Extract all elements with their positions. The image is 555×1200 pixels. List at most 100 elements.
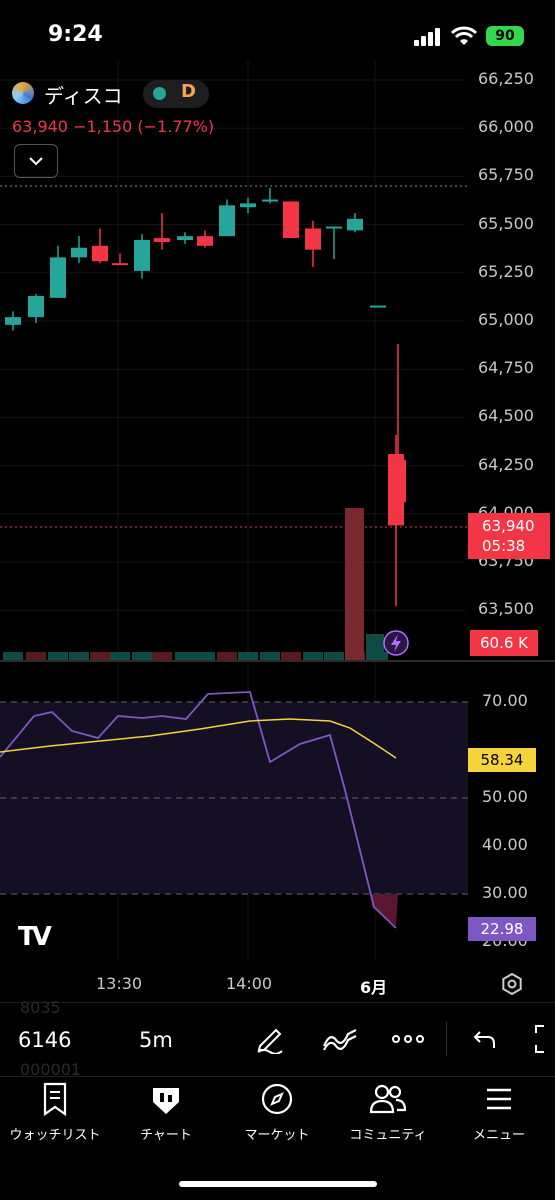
volume-bar xyxy=(26,652,46,660)
users-icon xyxy=(369,1084,407,1114)
candle-body xyxy=(326,226,342,229)
symbol-name[interactable]: ディスコ xyxy=(44,80,123,109)
candle-body xyxy=(283,201,299,239)
candle-body xyxy=(50,257,66,298)
delayed-badge: D xyxy=(181,81,196,102)
battery-icon: 90 xyxy=(486,26,524,46)
candle-body xyxy=(262,199,278,202)
tradingview-logo: TV xyxy=(18,922,52,952)
chart-icon xyxy=(153,1088,179,1114)
candle-body xyxy=(197,236,213,246)
volume-bar xyxy=(175,652,195,660)
price-axis-label: 63,500 xyxy=(478,599,534,619)
home-indicator xyxy=(179,1181,377,1187)
draw-pen-icon[interactable] xyxy=(254,1022,286,1054)
rsi-current-value: 22.98 xyxy=(468,917,536,941)
candle-body xyxy=(112,263,128,266)
volume-bar xyxy=(345,508,364,660)
signal-icon xyxy=(414,28,440,46)
fullscreen-icon[interactable] xyxy=(534,1024,555,1054)
interval-button[interactable]: 5m xyxy=(139,1028,173,1052)
nav-watchlist[interactable]: ウォッチリスト xyxy=(0,1082,110,1143)
price-axis-label: 66,250 xyxy=(478,69,534,88)
undo-icon[interactable] xyxy=(472,1026,498,1052)
volume-bar xyxy=(90,652,110,660)
status-time: 9:24 xyxy=(48,22,103,47)
nav-chart-label: チャート xyxy=(140,1128,192,1143)
candle-body xyxy=(5,317,21,325)
bar-countdown: 05:38 xyxy=(482,537,526,555)
time-label-1400: 14:00 xyxy=(226,974,273,993)
nav-menu-label: メニュー xyxy=(472,1128,525,1143)
candle-body xyxy=(388,454,404,526)
settings-gear-icon[interactable] xyxy=(500,972,524,996)
volume-bar xyxy=(48,652,68,660)
nav-menu[interactable]: メニュー xyxy=(444,1082,554,1143)
more-icon[interactable] xyxy=(392,1034,424,1044)
candle-body xyxy=(370,305,386,308)
rsi-ma-value: 58.34 xyxy=(468,748,536,772)
time-label-1330: 13:30 xyxy=(96,974,143,993)
price-axis-label: 65,500 xyxy=(478,213,534,233)
nav-community[interactable]: コミュニティ xyxy=(333,1082,443,1143)
volume-bar xyxy=(260,652,280,660)
indicators-icon[interactable] xyxy=(322,1024,358,1052)
last-price-label: 63,940 05:38 xyxy=(468,513,550,559)
volume-bar xyxy=(152,652,172,660)
volume-bar xyxy=(324,652,344,660)
candle-body xyxy=(92,245,108,262)
bookmark-icon xyxy=(43,1082,67,1117)
candle-body xyxy=(134,240,150,271)
candle-body xyxy=(28,295,44,318)
volume-bar xyxy=(110,652,130,660)
symbol-logo-icon xyxy=(12,82,34,104)
candle-body xyxy=(240,203,256,208)
nav-market-label: マーケット xyxy=(244,1128,310,1143)
candle-body xyxy=(305,228,321,250)
wifi-icon xyxy=(451,26,477,45)
symbol-search-button[interactable]: 6146 xyxy=(18,1028,71,1052)
volume-label: 60.6 K xyxy=(470,630,538,656)
price-axis-label: 64,250 xyxy=(478,454,534,474)
volume-bar xyxy=(69,652,89,660)
chevron-down-icon xyxy=(29,157,43,166)
ghost-symbol-above: 8035 xyxy=(20,998,61,1017)
nav-chart[interactable]: チャート xyxy=(111,1082,221,1143)
rsi-axis-label: 40.00 xyxy=(482,835,528,854)
price-axis-label: 66,000 xyxy=(478,117,534,137)
volume-bar xyxy=(132,652,152,660)
price-axis-label: 65,000 xyxy=(478,310,534,329)
candle-body xyxy=(219,205,235,237)
volume-bar xyxy=(217,652,237,660)
volume-bar xyxy=(366,634,384,660)
candle-body xyxy=(347,218,363,231)
price-axis-label: 64,750 xyxy=(478,358,534,378)
price-axis-label: 64,500 xyxy=(478,406,534,426)
compass-icon xyxy=(261,1083,293,1115)
nav-watchlist-label: ウォッチリスト xyxy=(9,1128,101,1143)
nav-market[interactable]: マーケット xyxy=(222,1082,332,1143)
volume-bar xyxy=(3,652,23,660)
volume-bar xyxy=(238,652,258,660)
last-price-value: 63,940 xyxy=(482,517,535,535)
rsi-axis-label: 30.00 xyxy=(482,883,528,902)
toolbar-divider xyxy=(0,1002,555,1003)
price-axis-label: 65,750 xyxy=(478,165,534,185)
volume-bar xyxy=(303,652,323,660)
price-quote: 63,940 −1,150 (−1.77%) xyxy=(12,117,215,136)
toolbar-separator xyxy=(446,1022,447,1056)
rsi-axis-label: 50.00 xyxy=(482,787,528,806)
candle-body xyxy=(177,236,193,241)
nav-divider xyxy=(0,1076,555,1077)
price-axis-label: 65,250 xyxy=(478,261,534,281)
volume-bar xyxy=(195,652,215,660)
candle-body xyxy=(154,238,170,242)
rsi-axis-label: 70.00 xyxy=(482,691,528,710)
time-label-june: 6月 xyxy=(360,978,388,997)
menu-icon xyxy=(487,1088,511,1110)
market-open-dot-icon xyxy=(153,87,166,100)
legend-toggle-button[interactable] xyxy=(14,144,58,178)
nav-community-label: コミュニティ xyxy=(349,1128,427,1143)
candle-body xyxy=(71,247,87,258)
volume-bar xyxy=(281,652,301,660)
